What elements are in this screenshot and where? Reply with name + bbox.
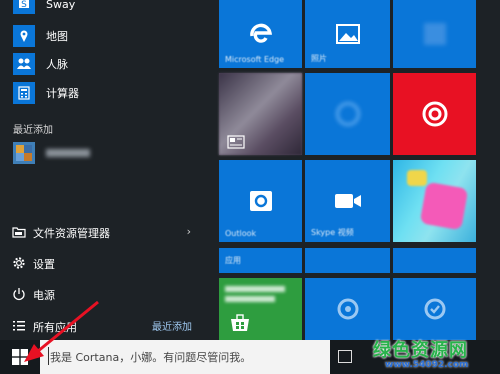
tile-r4c2[interactable]	[305, 248, 390, 273]
news-tile[interactable]	[219, 73, 302, 155]
edge-tile[interactable]: Microsoft Edge	[219, 0, 302, 68]
candy-tile[interactable]	[393, 160, 476, 242]
music-icon	[422, 101, 447, 127]
candy-decor	[407, 170, 427, 186]
photos-icon	[335, 24, 360, 44]
settings-item[interactable]: 设置	[0, 250, 206, 278]
app-label: 人脉	[46, 58, 68, 71]
photos-tile[interactable]: 照片	[305, 0, 390, 68]
game-icon	[419, 181, 469, 231]
gear-icon	[13, 257, 25, 269]
file-explorer-item[interactable]: 文件资源管理器 ›	[0, 219, 206, 247]
recently-added-header: 最近添加	[13, 125, 53, 136]
annotation-arrow-icon	[24, 300, 99, 362]
app-item-people[interactable]: 人脉	[0, 50, 206, 78]
tile-caption: Outlook	[225, 229, 257, 238]
tile-icon	[337, 298, 358, 320]
maps-icon	[13, 25, 35, 47]
start-menu-left-pane: S Sway 地图 人脉 计算器 最近添加 文件资源管理器 › 设置 电源 所有…	[0, 0, 206, 340]
edge-icon	[249, 23, 272, 43]
tile-r5c2[interactable]	[305, 278, 390, 340]
tile-r2c2[interactable]	[305, 73, 390, 155]
calculator-icon	[13, 82, 35, 104]
tile-r1c3[interactable]	[393, 0, 476, 68]
app-icon	[13, 142, 35, 164]
tile-icon	[424, 298, 445, 320]
tile-icon	[423, 23, 446, 45]
svg-text:S: S	[21, 0, 27, 10]
people-icon	[13, 53, 35, 75]
pane-divider	[206, 0, 218, 340]
app-item-calculator[interactable]: 计算器	[0, 79, 206, 107]
tile-caption: Skype 视频	[311, 228, 354, 237]
store-tile[interactable]	[219, 278, 302, 340]
store-text-line	[225, 296, 275, 302]
app-item-maps[interactable]: 地图	[0, 22, 206, 50]
folder-icon	[12, 227, 26, 238]
watermark: 绿色资源网 www.54092.com	[355, 336, 495, 372]
recent-app-item[interactable]	[0, 139, 206, 167]
store-icon	[231, 314, 249, 331]
tile-caption: 照片	[311, 54, 327, 63]
tile-r4c3[interactable]	[393, 248, 476, 273]
app-label: 地图	[46, 30, 68, 43]
news-icon	[227, 135, 245, 149]
video-icon	[334, 194, 361, 208]
recently-added-link[interactable]: 最近添加	[152, 318, 192, 333]
tile-caption: Microsoft Edge	[225, 55, 285, 64]
app-label: 计算器	[46, 87, 79, 100]
sway-icon: S	[13, 0, 35, 14]
outlook-icon	[249, 191, 272, 211]
app-label: Sway	[46, 0, 76, 11]
tile-r4c1[interactable]: 应用	[219, 248, 302, 273]
skype-video-tile[interactable]: Skype 视频	[305, 160, 390, 242]
task-view-icon[interactable]	[338, 350, 352, 363]
outlook-tile[interactable]: Outlook	[219, 160, 302, 242]
tile-caption: 应用	[225, 256, 241, 265]
tile-r5c3[interactable]	[393, 278, 476, 340]
watermark-title: 绿色资源网	[373, 340, 468, 361]
tile-icon	[335, 102, 360, 126]
chevron-right-icon: ›	[186, 225, 191, 238]
item-label: 文件资源管理器	[33, 227, 110, 240]
store-text-line	[225, 286, 285, 292]
blurred-app-name	[46, 149, 90, 157]
music-tile[interactable]	[393, 73, 476, 155]
item-label: 设置	[33, 258, 55, 271]
watermark-url: www.54092.com	[385, 360, 469, 370]
